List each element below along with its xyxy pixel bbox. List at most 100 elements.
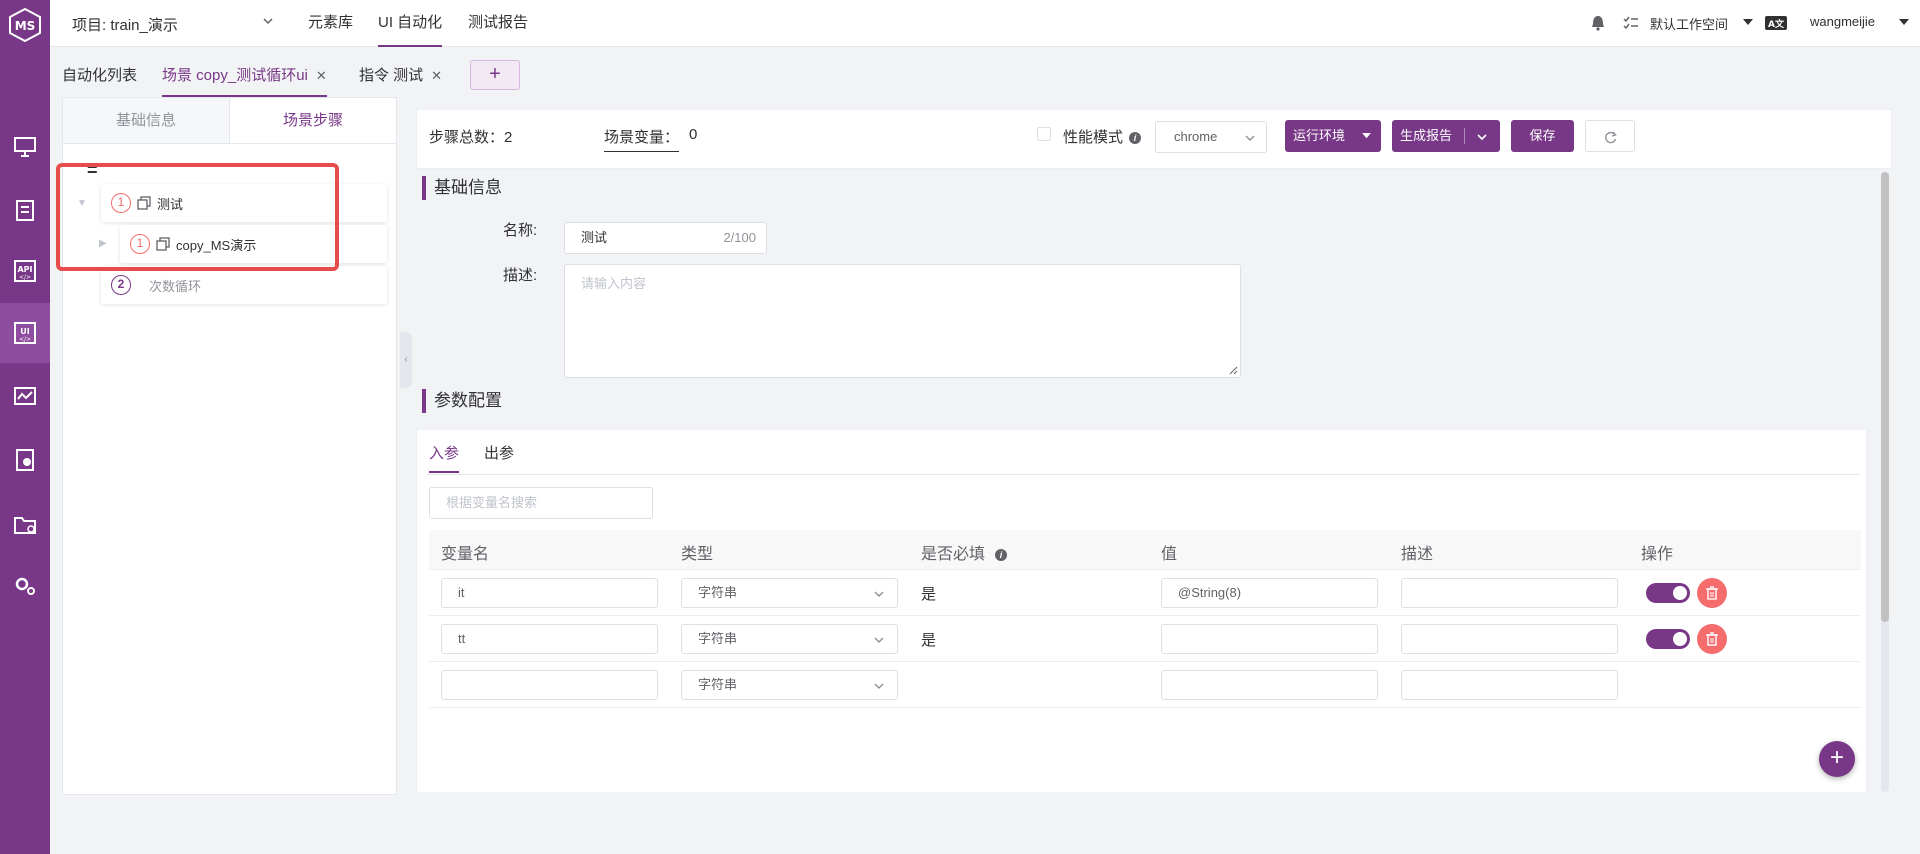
delete-button[interactable] — [1697, 624, 1727, 654]
section-param-config: 参数配置 — [422, 389, 502, 413]
tab-output-params[interactable]: 出参 — [484, 442, 514, 463]
trash-icon — [1706, 586, 1718, 600]
description-textarea[interactable]: 请输入内容 — [564, 264, 1241, 378]
info-icon[interactable]: i — [995, 548, 1008, 561]
step-number-badge: 2 — [111, 275, 131, 295]
required-value: 是 — [921, 586, 937, 603]
ms-logo-icon[interactable]: MS — [8, 8, 42, 42]
nav-ui-icon[interactable]: UI </> — [0, 303, 50, 363]
col-required: 是否必填 i — [921, 540, 1008, 564]
value-input[interactable] — [1161, 624, 1378, 654]
browser-select[interactable]: chrome — [1155, 121, 1267, 153]
add-tab-button[interactable]: + — [470, 60, 520, 90]
main-content: 基础信息 名称: 测试 2/100 描述: 请输入内容 参数配置 入参 出参 根… — [416, 172, 1878, 792]
project-selector[interactable]: 项目: train_演示 — [72, 14, 178, 35]
caret-down-icon[interactable] — [1899, 19, 1909, 27]
left-rail: MS API </> UI </> — [0, 0, 50, 854]
variable-name-input[interactable]: it — [441, 578, 658, 608]
nav-ui-automation[interactable]: UI 自动化 — [378, 0, 443, 47]
tab-automation-list[interactable]: 自动化列表 — [62, 64, 137, 85]
name-input[interactable]: 测试 2/100 — [564, 222, 767, 254]
tab-command[interactable]: 指令 测试 ✕ — [359, 64, 442, 85]
add-param-button[interactable]: + — [1819, 741, 1855, 777]
nav-performance-icon[interactable] — [0, 367, 50, 427]
svg-text:MS: MS — [15, 19, 36, 33]
panel-tabs: 基础信息 场景步骤 — [63, 98, 396, 144]
type-select[interactable]: 字符串 — [681, 578, 898, 608]
chevron-down-icon — [874, 637, 884, 644]
chevron-down-icon[interactable] — [1476, 132, 1488, 142]
table-row: 字符串 — [429, 662, 1861, 708]
delete-button[interactable] — [1697, 578, 1727, 608]
params-table: 变量名 类型 是否必填 i 值 描述 操作 it 字符串 是 @String(8)… — [429, 530, 1861, 708]
perf-mode-checkbox[interactable] — [1037, 127, 1051, 141]
language-icon[interactable]: A文 — [1765, 16, 1787, 30]
step-total: 步骤总数：2 — [429, 129, 513, 146]
name-label: 名称: — [503, 222, 538, 239]
scenario-tab-strip: 自动化列表 场景 copy_测试循环ui ✕ 指令 测试 ✕ + — [50, 48, 1920, 97]
variable-name-input[interactable] — [441, 670, 658, 700]
value-input[interactable] — [1161, 670, 1378, 700]
generate-report-button[interactable]: 生成报告 — [1392, 120, 1500, 152]
svg-text:</>: </> — [19, 274, 31, 281]
tab-scenario[interactable]: 场景 copy_测试循环ui ✕ — [162, 64, 327, 97]
trash-icon — [1706, 632, 1718, 646]
tab-input-params[interactable]: 入参 — [429, 442, 460, 473]
scenario-toolbar: 步骤总数：2 场景变量： 0 性能模式 i chrome 运行环境 生成报告 保存 — [416, 109, 1892, 169]
info-icon[interactable]: i — [1129, 132, 1142, 145]
svg-text:UI: UI — [20, 327, 29, 336]
refresh-icon — [1605, 131, 1617, 144]
table-row: tt 字符串 是 — [429, 616, 1861, 662]
nav-report-icon[interactable] — [0, 430, 50, 490]
close-icon[interactable]: ✕ — [431, 68, 442, 83]
value-input[interactable]: @String(8) — [1161, 578, 1378, 608]
tab-basic-info[interactable]: 基础信息 — [63, 98, 229, 143]
bell-icon[interactable] — [1591, 15, 1605, 31]
refresh-button[interactable] — [1585, 120, 1635, 152]
save-button[interactable]: 保存 — [1511, 120, 1574, 152]
nav-settings-icon[interactable] — [0, 556, 50, 616]
collapse-panel-handle[interactable]: ‹ — [400, 332, 412, 388]
table-header: 变量名 类型 是否必填 i 值 描述 操作 — [429, 530, 1861, 570]
nav-workbench-icon[interactable] — [0, 117, 50, 177]
name-char-count: 2/100 — [723, 230, 756, 245]
highlight-annotation — [56, 163, 339, 271]
nav-track-icon[interactable] — [0, 180, 50, 240]
nav-api-icon[interactable]: API </> — [0, 241, 50, 301]
svg-text:A文: A文 — [1768, 18, 1785, 30]
close-icon[interactable]: ✕ — [316, 68, 327, 83]
task-list-icon[interactable] — [1623, 15, 1639, 31]
enable-toggle[interactable] — [1646, 629, 1690, 649]
description-input[interactable] — [1401, 670, 1618, 700]
nav-test-report[interactable]: 测试报告 — [468, 0, 528, 47]
type-select[interactable]: 字符串 — [681, 670, 898, 700]
type-select[interactable]: 字符串 — [681, 624, 898, 654]
svg-text:API: API — [17, 265, 32, 274]
chevron-down-icon — [1245, 135, 1255, 142]
nav-element-library[interactable]: 元素库 — [308, 0, 353, 47]
perf-mode-label: 性能模式 i — [1063, 126, 1142, 147]
table-row: it 字符串 是 @String(8) — [429, 570, 1861, 616]
scene-variables-link[interactable]: 场景变量： — [604, 126, 680, 152]
enable-toggle[interactable] — [1646, 583, 1690, 603]
caret-down-icon[interactable] — [1743, 19, 1753, 27]
resize-handle-icon[interactable] — [1228, 365, 1238, 375]
chevron-down-icon — [874, 591, 884, 598]
col-description: 描述 — [1401, 546, 1434, 563]
scrollbar-thumb[interactable] — [1881, 172, 1889, 622]
run-env-button[interactable]: 运行环境 — [1285, 120, 1381, 152]
tab-scenario-steps[interactable]: 场景步骤 — [229, 98, 396, 143]
variable-search-input[interactable]: 根据变量名搜索 — [429, 487, 653, 519]
top-header: 项目: train_演示 元素库 UI 自动化 测试报告 默认工作空间 A文 w… — [50, 0, 1920, 47]
tree-node-label: 次数循环 — [149, 278, 202, 294]
workspace-selector[interactable]: 默认工作空间 — [1650, 14, 1728, 33]
description-input[interactable] — [1401, 578, 1618, 608]
col-value: 值 — [1161, 546, 1178, 563]
tree-node-loop[interactable]: 2 次数循环 — [101, 266, 387, 304]
chevron-down-icon[interactable] — [262, 16, 274, 26]
user-menu[interactable]: wangmeijie — [1810, 14, 1875, 29]
desc-label: 描述: — [503, 267, 538, 284]
variable-name-input[interactable]: tt — [441, 624, 658, 654]
description-input[interactable] — [1401, 624, 1618, 654]
nav-project-icon[interactable] — [0, 494, 50, 554]
